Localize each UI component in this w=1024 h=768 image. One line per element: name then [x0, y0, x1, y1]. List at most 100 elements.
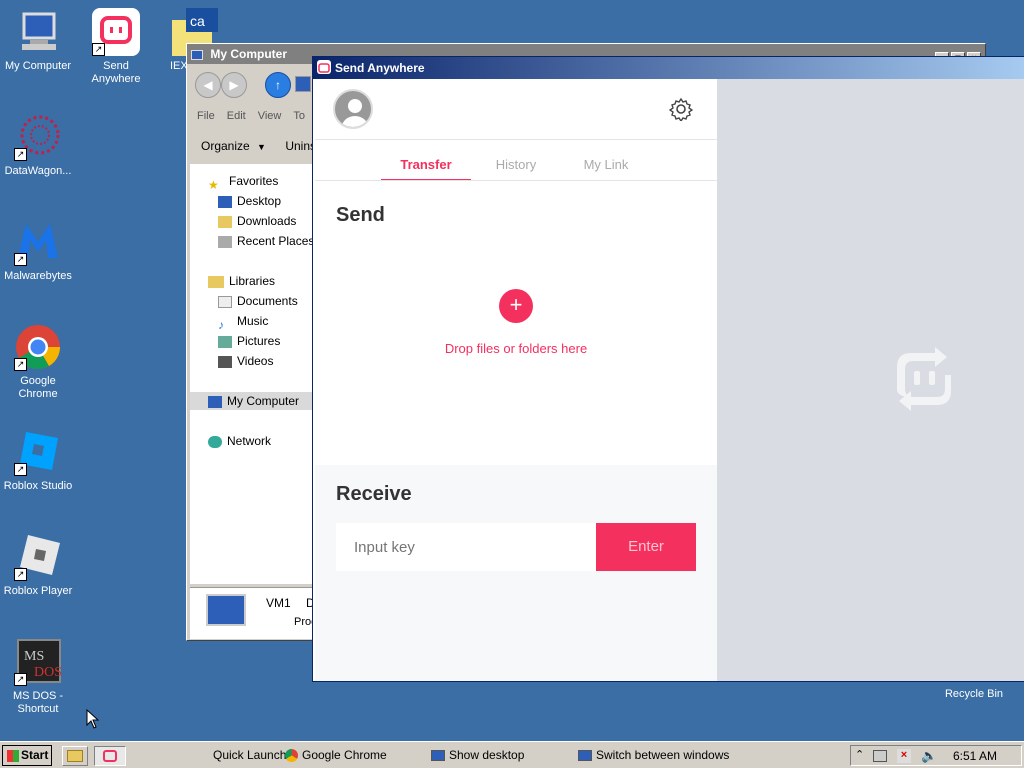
- receive-section: Receive Enter: [315, 465, 717, 681]
- forward-button[interactable]: ▶: [221, 72, 247, 98]
- my-computer-small-icon: [208, 395, 222, 408]
- receive-heading: Receive: [336, 483, 412, 505]
- desktop-icon-label: My Computer: [4, 60, 72, 72]
- gear-icon[interactable]: [668, 97, 694, 123]
- show-desktop-icon: [431, 750, 445, 762]
- tab-divider: [315, 139, 717, 140]
- nav-my-computer[interactable]: My Computer: [190, 392, 314, 410]
- taskbar-chrome-button[interactable]: Google Chrome: [285, 748, 387, 763]
- desktop-icon-label: Malwarebytes: [4, 270, 72, 282]
- menu-file[interactable]: File: [197, 110, 215, 122]
- desktop-icon-recycle-bin[interactable]: Recycle Bin: [936, 688, 1012, 701]
- tray-expand-icon[interactable]: ⌃: [855, 748, 864, 761]
- desktop-icon-label: Google Chrome: [18, 375, 58, 400]
- enter-button[interactable]: Enter: [596, 523, 696, 571]
- windows-logo-icon: [7, 749, 19, 762]
- shortcut-arrow-icon: ↗: [14, 568, 27, 581]
- desktop-icon-send-anywhere[interactable]: ↗ Send Anywhere: [78, 8, 154, 86]
- organize-button[interactable]: Organize ▼: [201, 139, 266, 153]
- desktop-icon-label: MS DOS - Shortcut: [12, 690, 64, 715]
- downloads-icon: [218, 215, 232, 228]
- shortcut-arrow-icon: ↗: [14, 253, 27, 266]
- explorer-quick-launch-icon[interactable]: [62, 746, 88, 766]
- my-computer-small-icon: [191, 49, 203, 60]
- send-anywhere-taskbar-button[interactable]: [94, 746, 126, 766]
- computer-large-icon: [206, 594, 246, 626]
- drop-files-text: Drop files or folders here: [444, 341, 588, 356]
- send-anywhere-side-panel: [717, 79, 1024, 681]
- explorer-toolbar: Organize ▼ Uninsta: [201, 139, 326, 153]
- quick-launch-toolbar[interactable]: Quick Launch: [213, 748, 286, 762]
- security-alert-icon[interactable]: ×: [897, 749, 911, 763]
- explorer-menu-bar: File Edit View To: [197, 110, 305, 122]
- shortcut-arrow-icon: ↗: [14, 358, 27, 371]
- start-button[interactable]: Start: [2, 745, 52, 766]
- computer-name: VM1: [266, 596, 291, 610]
- menu-view[interactable]: View: [258, 110, 282, 122]
- my-computer-icon: [14, 8, 62, 56]
- clock[interactable]: 6:51 AM: [953, 749, 997, 763]
- desktop-icon-datawagon[interactable]: ↗ DataWagon...: [0, 113, 76, 178]
- tabs-divider: [315, 180, 717, 181]
- desktop-icon-label: DataWagon...: [4, 165, 72, 177]
- desktop-icon-roblox-player[interactable]: ↗ Roblox Player: [0, 533, 76, 598]
- explorer-nav-bar: ◀ ▶ ↑: [191, 70, 315, 100]
- send-anywhere-title: Send Anywhere: [335, 61, 425, 75]
- desktop-icon-label: Roblox Studio: [3, 480, 73, 492]
- datawagon-icon: ↗: [14, 113, 62, 161]
- desktop-icon-label: Roblox Player: [3, 585, 73, 597]
- desktop-icon-google-chrome[interactable]: ↗ Google Chrome: [0, 323, 76, 401]
- send-anywhere-title-bar[interactable]: Send Anywhere: [313, 57, 1024, 79]
- system-tray: ⌃ × 🔈 6:51 AM: [850, 745, 1022, 766]
- menu-edit[interactable]: Edit: [227, 110, 246, 122]
- chrome-icon: ↗: [14, 323, 62, 371]
- send-heading: Send: [336, 204, 385, 226]
- menu-tools[interactable]: To: [293, 110, 305, 122]
- send-anywhere-small-icon: [103, 750, 117, 762]
- desktop-icon-label: Send Anywhere: [91, 60, 141, 85]
- music-icon: ♪: [218, 317, 224, 332]
- ms-dos-icon: MS DOS ↗: [14, 638, 62, 686]
- recent-places-icon: [218, 235, 232, 248]
- desktop-icon-my-computer[interactable]: My Computer: [0, 8, 76, 73]
- desktop-icon-ms-dos[interactable]: MS DOS ↗ MS DOS - Shortcut: [0, 638, 76, 716]
- switch-windows-icon: [578, 750, 592, 762]
- back-button[interactable]: ◀: [195, 72, 221, 98]
- roblox-studio-icon: ↗: [14, 428, 62, 476]
- network-tray-icon[interactable]: [873, 750, 887, 762]
- roblox-player-icon: ↗: [14, 533, 62, 581]
- tab-my-link[interactable]: My Link: [561, 157, 651, 181]
- shortcut-arrow-icon: ↗: [14, 673, 27, 686]
- taskbar: Start Quick Launch Google Chrome Show de…: [0, 741, 1024, 768]
- navigation-pane: ★ Favorites Desktop Downloads Recent Plac…: [190, 164, 314, 584]
- address-icon: [295, 76, 311, 92]
- volume-icon[interactable]: 🔈: [921, 748, 937, 764]
- mouse-cursor-icon: [86, 708, 100, 729]
- svg-text:ca: ca: [190, 13, 205, 29]
- svg-text:DOS: DOS: [34, 665, 62, 680]
- svg-text:MS: MS: [24, 649, 44, 664]
- chrome-small-icon: [285, 749, 298, 763]
- input-key-field[interactable]: [336, 523, 596, 571]
- tab-history[interactable]: History: [471, 157, 561, 181]
- add-files-button[interactable]: +: [499, 289, 533, 323]
- chevron-down-icon: ▼: [257, 142, 266, 152]
- desktop-icon-label: Recycle Bin: [944, 688, 1004, 700]
- libraries-icon: [208, 275, 224, 288]
- avatar[interactable]: [333, 89, 373, 129]
- tab-transfer[interactable]: Transfer: [381, 157, 471, 181]
- shortcut-arrow-icon: ↗: [92, 43, 105, 56]
- send-anywhere-window[interactable]: Send Anywhere Transfer History My Link S…: [312, 56, 1024, 682]
- send-anywhere-icon: ↗: [92, 8, 140, 56]
- malwarebytes-icon: ↗: [14, 218, 62, 266]
- desktop-icon-roblox-studio[interactable]: ↗ Roblox Studio: [0, 428, 76, 493]
- switch-windows-button[interactable]: Switch between windows: [578, 748, 729, 762]
- show-desktop-button[interactable]: Show desktop: [431, 748, 524, 762]
- desktop-icon: [218, 195, 232, 208]
- shortcut-arrow-icon: ↗: [14, 148, 27, 161]
- desktop-icon-malwarebytes[interactable]: ↗ Malwarebytes: [0, 218, 76, 283]
- up-folder-button[interactable]: ↑: [265, 72, 291, 98]
- shortcut-arrow-icon: ↗: [14, 463, 27, 476]
- send-anywhere-small-icon: [317, 60, 331, 74]
- drop-zone[interactable]: + Drop files or folders here: [315, 279, 717, 369]
